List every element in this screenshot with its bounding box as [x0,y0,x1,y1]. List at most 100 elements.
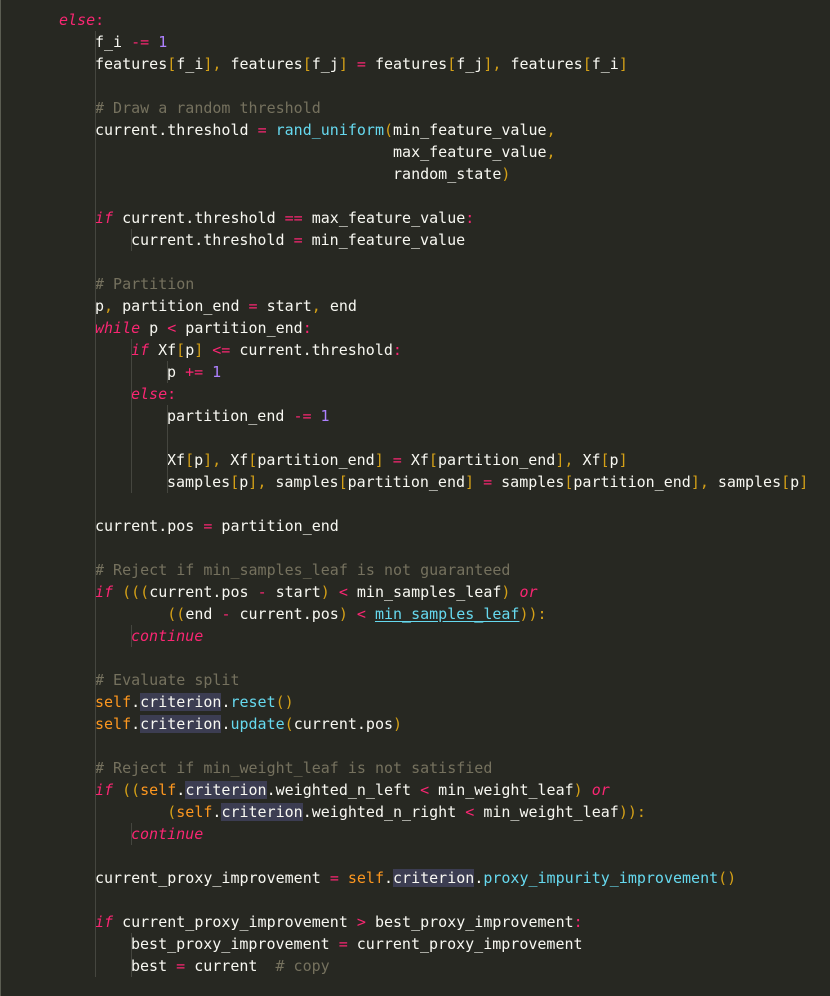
code-token: start [266,583,321,601]
code-line[interactable]: if current_proxy_improvement > best_prox… [95,911,583,933]
code-line[interactable]: p += 1 [167,361,221,383]
code-token: ] [618,451,628,469]
code-line[interactable]: # Reject if min_weight_leaf is not satis… [95,757,492,779]
code-token: , [212,451,231,469]
code-token: while [95,319,141,337]
code-token: , [257,473,276,491]
code-line[interactable]: # Draw a random threshold [95,97,321,119]
code-line[interactable]: if Xf[p] <= current.threshold: [131,339,402,361]
code-line[interactable]: current_proxy_improvement = self.criteri… [95,867,736,889]
code-token: # Evaluate split [95,671,240,689]
code-line[interactable]: current.pos = partition_end [95,515,339,537]
code-line[interactable]: best_proxy_improvement = current_proxy_i… [131,933,583,955]
code-line[interactable]: # Reject if min_samples_leaf is not guar… [95,559,510,581]
code-token: (( [122,781,141,799]
code-token: < [465,803,475,821]
code-token: Xf [149,341,177,359]
indent-guide [95,31,96,53]
code-token: rand_uniform [275,121,384,139]
code-line[interactable]: (self.criterion.weighted_n_right < min_w… [95,801,646,823]
code-line[interactable]: p, partition_end = start, end [95,295,357,317]
code-token: ] [465,473,475,491]
code-token: p [140,319,168,337]
code-token: f_j [456,55,484,73]
code-token: features [230,55,303,73]
code-token: if [131,341,150,359]
code-token: min_weight_leaf [474,803,619,821]
code-line[interactable]: best = current # copy [131,955,330,977]
code-line[interactable]: self.criterion.update(current.pos) [95,713,402,735]
code-token: min_samples_leaf [374,605,520,623]
code-token: ] [374,451,384,469]
code-line[interactable]: continue [131,823,203,845]
indent-guide [95,867,96,889]
code-token: ) [573,781,583,799]
code-line[interactable]: else: [131,383,176,405]
code-token: partition_end [167,407,294,425]
code-token: current_proxy_improvement [95,869,330,887]
code-token: - [257,583,267,601]
code-line[interactable]: samples[p], samples[partition_end] = sam… [167,471,808,493]
code-token: continue [131,825,204,843]
code-line[interactable]: max_feature_value, [95,141,556,163]
code-token: proxy_impurity_improvement [483,869,719,887]
indent-guide [95,889,96,911]
code-token: samples [275,473,339,491]
code-token: < [420,781,430,799]
code-line[interactable]: # Partition [95,273,194,295]
code-token: self [95,715,132,733]
code-token: ) [320,583,330,601]
code-token: best_proxy_improvement [365,913,574,931]
code-line[interactable]: self.criterion.reset() [95,691,294,713]
indent-guide [95,669,96,691]
code-line[interactable]: current.threshold = min_feature_value [131,229,465,251]
code-token: > [356,913,366,931]
code-line[interactable]: continue [131,625,203,647]
code-editor[interactable]: else: f_i -= 1 features[f_i], features[f_j… [0,0,830,996]
indent-guide [131,955,132,977]
code-token: or [591,781,610,799]
code-token: current_proxy_improvement [113,913,357,931]
code-token: current [185,957,276,975]
code-line[interactable]: Xf[p], Xf[partition_end] = Xf[partition_… [167,449,628,471]
code-token: () [718,869,737,887]
code-line[interactable]: current.threshold = rand_uniform(min_fea… [95,119,556,141]
code-line[interactable]: while p < partition_end: [95,317,312,339]
code-line[interactable]: f_i -= 1 [95,31,167,53]
code-token: [ [781,473,791,491]
code-token: # Reject if min_samples_leaf is not guar… [95,561,511,579]
code-line[interactable]: if (((current.pos - start) < min_samples… [95,581,538,603]
code-token: f_i [95,33,132,51]
indent-guide [95,141,96,163]
code-line[interactable]: else: [59,9,104,31]
code-line[interactable]: if ((self.criterion.weighted_n_left < mi… [95,779,610,801]
indent-guide [95,53,96,75]
indent-guide [131,427,132,449]
code-token: Xf [230,451,249,469]
code-line[interactable]: random_state) [95,163,510,185]
indent-guide [95,493,96,515]
code-token: ) [501,165,511,183]
indent-guide [167,471,168,493]
code-token: best_proxy_improvement [131,935,339,953]
code-line[interactable]: ((end - current.pos) < min_samples_leaf)… [95,603,546,625]
code-token: [ [185,451,195,469]
code-line[interactable]: # Evaluate split [95,669,240,691]
code-token: f_j [311,55,339,73]
code-line[interactable]: if current.threshold == max_feature_valu… [95,207,474,229]
code-token: , [546,143,556,161]
code-line[interactable]: partition_end -= 1 [167,405,330,427]
code-line[interactable]: features[f_i], features[f_j] = features[… [95,53,628,75]
code-token: ] [194,341,204,359]
indent-guide [95,97,96,119]
code-token: partition_end [176,319,303,337]
code-token: = [329,869,339,887]
code-token: : [95,11,105,29]
